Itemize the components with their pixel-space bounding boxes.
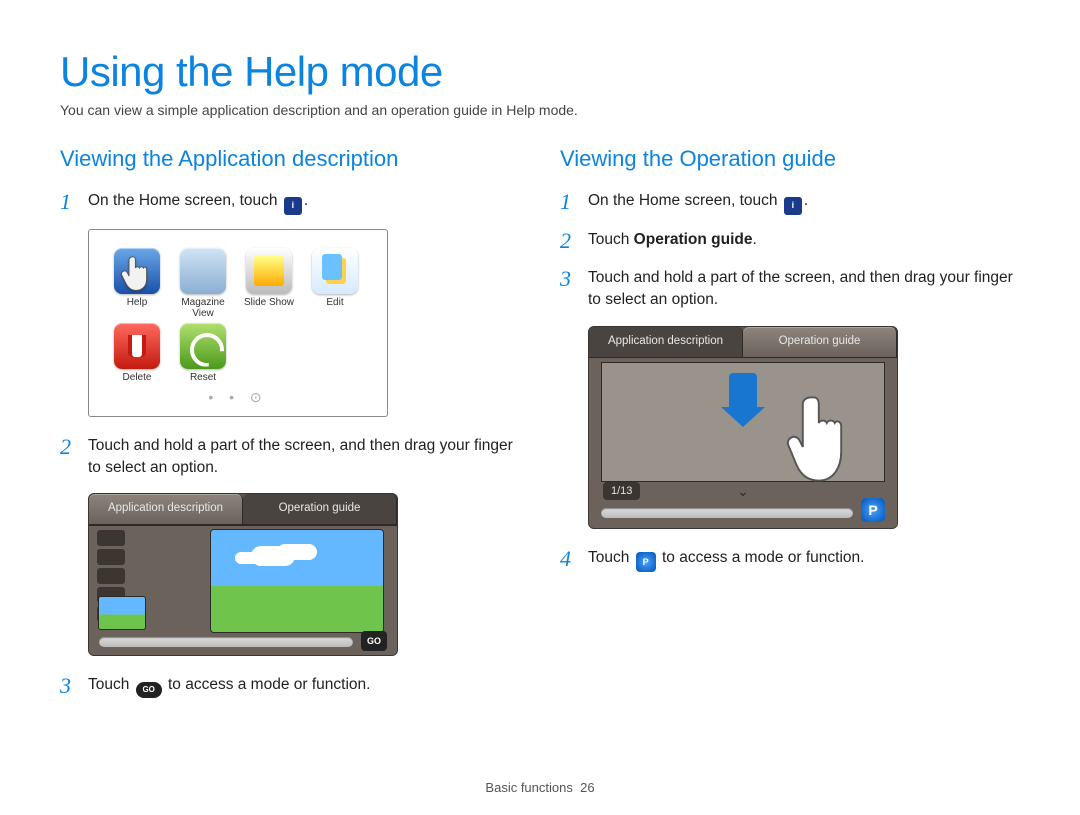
step-text: Touch GO to access a mode or function.	[88, 674, 520, 698]
left-step-1: 1 On the Home screen, touch i.	[60, 190, 520, 215]
step-number: 3	[560, 267, 588, 291]
app-magazine-view[interactable]: Magazine View	[175, 248, 231, 319]
step-text-pre: On the Home screen, touch	[88, 192, 282, 209]
figure-app-description: Application description Operation guide …	[88, 493, 398, 656]
step-number: 4	[560, 547, 588, 571]
step-text-post: .	[304, 192, 308, 209]
step-number: 2	[60, 435, 88, 459]
step-text-post: .	[753, 231, 757, 248]
page-title: Using the Help mode	[60, 48, 1020, 96]
guide-area: 1/13 ⌄ P	[589, 358, 897, 528]
strip-icon	[97, 549, 125, 565]
step-text: On the Home screen, touch i.	[88, 190, 520, 215]
app-edit[interactable]: Edit	[307, 248, 363, 319]
app-label: Help	[109, 297, 165, 308]
slider[interactable]	[601, 508, 853, 518]
step-text: Touch and hold a part of the screen, and…	[588, 267, 1020, 312]
app-grid: Help Magazine View Slide Show Edit Delet…	[109, 248, 367, 383]
step-text: Touch Operation guide.	[588, 229, 1020, 251]
step-text: Touch and hold a part of the screen, and…	[88, 435, 520, 480]
tab-operation-guide[interactable]: Operation guide	[243, 494, 397, 525]
columns: Viewing the Application description 1 On…	[60, 146, 1020, 713]
tab-operation-guide[interactable]: Operation guide	[743, 327, 897, 358]
tabs: Application description Operation guide	[589, 327, 897, 358]
touch-hand-icon	[782, 391, 862, 481]
step-number: 1	[60, 190, 88, 214]
figure-home-screen: Help Magazine View Slide Show Edit Delet…	[88, 229, 388, 417]
go-icon: GO	[136, 682, 162, 698]
tabs: Application description Operation guide	[89, 494, 397, 525]
app-label: Reset	[175, 372, 231, 383]
p-mode-button[interactable]: P	[861, 498, 885, 522]
thumbnail-image	[99, 597, 145, 629]
guide-frame	[601, 362, 885, 482]
step-text-bold: Operation guide	[634, 231, 753, 248]
page-dots: • • ⊙	[109, 389, 367, 406]
right-step-4: 4 Touch P to access a mode or function.	[560, 547, 1020, 573]
col-right: Viewing the Operation guide 1 On the Hom…	[560, 146, 1020, 713]
right-step-1: 1 On the Home screen, touch i.	[560, 190, 1020, 215]
right-step-2: 2 Touch Operation guide.	[560, 229, 1020, 253]
page-intro: You can view a simple application descri…	[60, 102, 1020, 118]
tab-app-description[interactable]: Application description	[89, 494, 243, 525]
step-text: On the Home screen, touch i.	[588, 190, 1020, 215]
step-number: 2	[560, 229, 588, 253]
heading-app-desc: Viewing the Application description	[60, 146, 520, 172]
step-number: 1	[560, 190, 588, 214]
tab-app-description[interactable]: Application description	[589, 327, 743, 358]
step-text-pre: Touch	[588, 549, 634, 566]
heading-op-guide: Viewing the Operation guide	[560, 146, 1020, 172]
footer-page: 26	[580, 780, 594, 795]
step-text-post: .	[804, 192, 808, 209]
page-indicator: 1/13	[603, 482, 640, 500]
app-label: Slide Show	[241, 297, 297, 308]
step-text-pre: On the Home screen, touch	[588, 192, 782, 209]
left-step-3: 3 Touch GO to access a mode or function.	[60, 674, 520, 698]
strip-icon	[97, 568, 125, 584]
help-icon	[114, 248, 160, 294]
guide-icon: i	[784, 197, 802, 215]
step-text-pre: Touch	[88, 676, 134, 693]
slider[interactable]	[99, 637, 353, 647]
edit-icon	[312, 248, 358, 294]
col-left: Viewing the Application description 1 On…	[60, 146, 520, 713]
guide-icon: i	[284, 197, 302, 215]
app-label: Magazine View	[175, 297, 231, 319]
step-number: 3	[60, 674, 88, 698]
swipe-down-arrow-icon	[729, 373, 757, 407]
go-button[interactable]: GO	[361, 631, 387, 651]
reset-icon	[180, 323, 226, 369]
step-text-post: to access a mode or function.	[658, 549, 865, 566]
right-step-3: 3 Touch and hold a part of the screen, a…	[560, 267, 1020, 312]
figure-operation-guide: Application description Operation guide …	[588, 326, 898, 529]
step-text-pre: Touch	[588, 231, 634, 248]
chevron-down-icon[interactable]: ⌄	[737, 483, 749, 500]
preview-area: GO	[89, 525, 397, 655]
step-text: Touch P to access a mode or function.	[588, 547, 1020, 573]
strip-icon	[97, 530, 125, 546]
page-footer: Basic functions 26	[0, 780, 1080, 795]
app-help[interactable]: Help	[109, 248, 165, 319]
left-step-2: 2 Touch and hold a part of the screen, a…	[60, 435, 520, 480]
step-text-post: to access a mode or function.	[164, 676, 371, 693]
app-label: Delete	[109, 372, 165, 383]
app-reset[interactable]: Reset	[175, 323, 231, 383]
footer-section: Basic functions	[485, 780, 572, 795]
p-mode-icon: P	[636, 552, 656, 572]
app-delete[interactable]: Delete	[109, 323, 165, 383]
preview-image	[211, 530, 383, 632]
app-label: Edit	[307, 297, 363, 308]
slideshow-icon	[246, 248, 292, 294]
magazine-icon	[180, 248, 226, 294]
trash-icon	[114, 323, 160, 369]
app-slide-show[interactable]: Slide Show	[241, 248, 297, 319]
